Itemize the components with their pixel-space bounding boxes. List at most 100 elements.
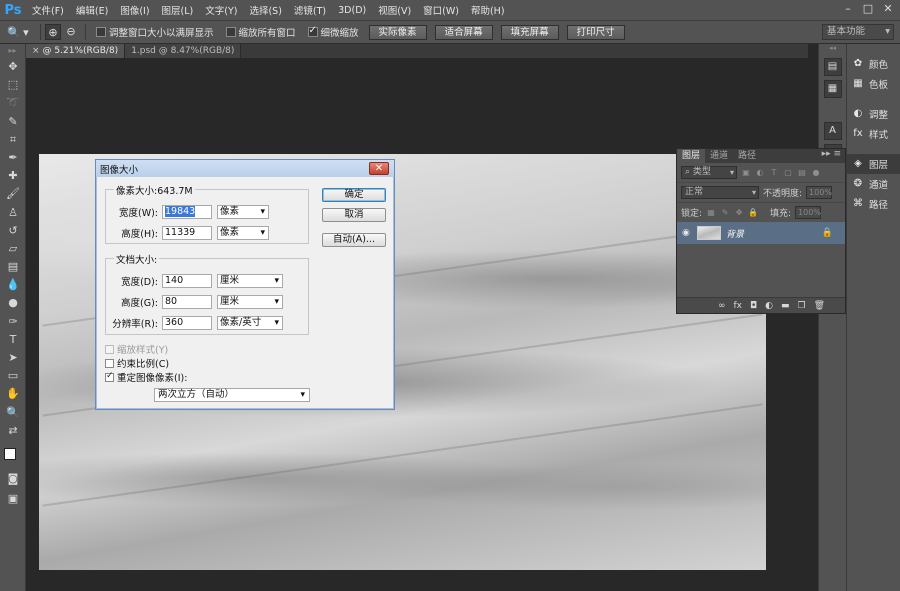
adjustment-filter-icon[interactable]: ◐	[755, 168, 765, 178]
panel-menu-icon[interactable]: ▸▸ ≡	[822, 149, 841, 159]
lock-all-icon[interactable]: 🔒	[748, 208, 758, 218]
new-layer-icon[interactable]: ❐	[797, 301, 805, 311]
doc-height-input[interactable]: 80	[162, 295, 212, 309]
doc-height-unit-select[interactable]: 厘米	[217, 295, 283, 309]
tab-document-1[interactable]: × @ 5.21%(RGB/8)	[26, 44, 126, 58]
checkbox-box[interactable]	[105, 344, 114, 354]
link-layers-icon[interactable]: ∞	[718, 301, 726, 311]
fill-field[interactable]: 100%	[795, 206, 822, 219]
resolution-input[interactable]: 360	[162, 316, 212, 330]
tab-channels[interactable]: 通道	[705, 149, 733, 163]
new-adjustment-icon[interactable]: ◐	[765, 301, 773, 311]
checkbox-box[interactable]	[105, 358, 114, 368]
checkbox-box[interactable]	[96, 27, 106, 37]
zoom-in-icon[interactable]: ⊕	[45, 24, 61, 40]
dodge-tool-icon[interactable]: ●	[0, 294, 26, 312]
ok-button[interactable]: 确定	[322, 188, 386, 202]
resolution-unit-select[interactable]: 像素/英寸	[217, 316, 283, 330]
smart-object-filter-icon[interactable]: ▤	[797, 168, 807, 178]
zoom-out-icon[interactable]: ⊖	[63, 24, 79, 40]
quick-mask-icon[interactable]: ◙	[0, 470, 26, 488]
dock-adjustments[interactable]: ◐ 调整	[847, 104, 900, 124]
type-filter-icon[interactable]: T	[769, 168, 779, 178]
toolbox-grip[interactable]: ▸▸	[0, 44, 25, 58]
menu-file[interactable]: 文件(F)	[26, 3, 70, 17]
close-button[interactable]: ✕	[880, 2, 896, 16]
rectangle-tool-icon[interactable]: ▭	[0, 367, 26, 385]
checkbox-box[interactable]	[105, 371, 114, 382]
scale-styles-checkbox[interactable]: 缩放样式(Y)	[105, 342, 168, 356]
actual-pixels-button[interactable]: 实际像素	[368, 24, 427, 40]
dialog-titlebar[interactable]: 图像大小 ✕	[96, 160, 394, 177]
foreground-color-swatch[interactable]	[4, 448, 16, 460]
maximize-button[interactable]: □	[860, 2, 876, 16]
crop-tool-icon[interactable]: ⌗	[0, 131, 26, 149]
menu-edit[interactable]: 编辑(E)	[70, 3, 114, 17]
properties-panel-icon[interactable]: ▦	[823, 80, 842, 98]
zoom-tool-icon[interactable]: 🔍	[0, 404, 26, 422]
pen-tool-icon[interactable]: ✑	[0, 313, 26, 331]
auto-button[interactable]: 自动(A)...	[322, 233, 386, 247]
delete-layer-icon[interactable]: 🗑	[814, 301, 825, 311]
dock-swatches[interactable]: ▦ 色板	[847, 74, 900, 94]
print-size-button[interactable]: 打印尺寸	[566, 24, 625, 40]
height-unit-select[interactable]: 像素	[217, 226, 269, 240]
zoom-all-windows-checkbox[interactable]: 缩放所有窗口	[225, 25, 296, 39]
marquee-tool-icon[interactable]: ⬚	[0, 76, 26, 94]
hand-tool-icon[interactable]: ✋	[0, 385, 26, 403]
add-mask-icon[interactable]: ◘	[750, 301, 757, 311]
tab-document-2[interactable]: 1.psd @ 8.47%(RGB/8)	[125, 44, 242, 58]
layer-row[interactable]: ◉ 背景 🔒	[677, 222, 845, 244]
menu-view[interactable]: 视图(V)	[372, 3, 417, 17]
lock-transparent-icon[interactable]: ▦	[706, 208, 716, 218]
eraser-tool-icon[interactable]: ▱	[0, 240, 26, 258]
checkbox-box[interactable]	[307, 25, 318, 37]
close-tab-icon[interactable]: ×	[32, 46, 40, 56]
dock-paths[interactable]: ⌘ 路径	[847, 194, 900, 214]
resample-checkbox[interactable]: 重定图像像素(I):	[105, 370, 187, 384]
history-panel-icon[interactable]: ▤	[823, 58, 842, 76]
swap-colors-icon[interactable]: ⇄	[0, 422, 26, 440]
doc-width-unit-select[interactable]: 厘米	[217, 274, 283, 288]
resize-windows-checkbox[interactable]: 调整窗口大小以满屏显示	[96, 25, 214, 39]
filter-kind-select[interactable]: ⌕ 类型	[681, 166, 737, 179]
pixel-filter-icon[interactable]: ▣	[741, 168, 751, 178]
photoshop-logo[interactable]: Ps	[0, 0, 26, 20]
quick-select-tool-icon[interactable]: ✎	[0, 113, 26, 131]
minimize-button[interactable]: –	[840, 2, 856, 16]
menu-filter[interactable]: 滤镜(T)	[288, 3, 332, 17]
visibility-eye-icon[interactable]: ◉	[682, 228, 692, 238]
dock-layers[interactable]: ◈ 图层	[847, 154, 900, 174]
lock-image-icon[interactable]: ✎	[720, 208, 730, 218]
shape-filter-icon[interactable]: ▢	[783, 168, 793, 178]
menu-type[interactable]: 文字(Y)	[199, 3, 243, 17]
workspace-select[interactable]: 基本功能	[822, 24, 894, 40]
new-group-icon[interactable]: ▬	[781, 301, 790, 311]
menu-layer[interactable]: 图层(L)	[156, 3, 200, 17]
move-tool-icon[interactable]: ✥	[0, 58, 26, 76]
brush-tool-icon[interactable]: 🖌	[0, 185, 26, 203]
menu-image[interactable]: 图像(I)	[114, 3, 155, 17]
fit-screen-button[interactable]: 适合屏幕	[434, 24, 493, 40]
tool-preset-picker[interactable]: 🔍 ▾	[0, 22, 36, 42]
layer-style-icon[interactable]: fx	[733, 301, 742, 311]
lasso-tool-icon[interactable]: ➰	[0, 94, 26, 112]
menu-help[interactable]: 帮助(H)	[465, 3, 511, 17]
doc-width-input[interactable]: 140	[162, 274, 212, 288]
width-input[interactable]: 19843	[162, 205, 212, 219]
close-icon[interactable]: ✕	[369, 162, 389, 175]
dock-color[interactable]: ✿ 颜色	[847, 54, 900, 74]
menu-window[interactable]: 窗口(W)	[417, 3, 465, 17]
blur-tool-icon[interactable]: 💧	[0, 276, 26, 294]
gradient-tool-icon[interactable]: ▤	[0, 258, 26, 276]
resample-method-select[interactable]: 两次立方（自动）	[154, 388, 310, 402]
character-panel-icon[interactable]: A	[823, 122, 842, 140]
menu-select[interactable]: 选择(S)	[243, 3, 287, 17]
scrubby-zoom-checkbox[interactable]: 细微缩放	[307, 25, 359, 39]
height-input[interactable]: 11339	[162, 226, 212, 240]
filter-toggle-icon[interactable]: ●	[811, 168, 821, 178]
checkbox-box[interactable]	[225, 27, 236, 37]
tab-layers[interactable]: 图层	[677, 149, 706, 163]
lock-position-icon[interactable]: ✥	[734, 208, 744, 218]
fill-screen-button[interactable]: 填充屏幕	[500, 24, 559, 40]
